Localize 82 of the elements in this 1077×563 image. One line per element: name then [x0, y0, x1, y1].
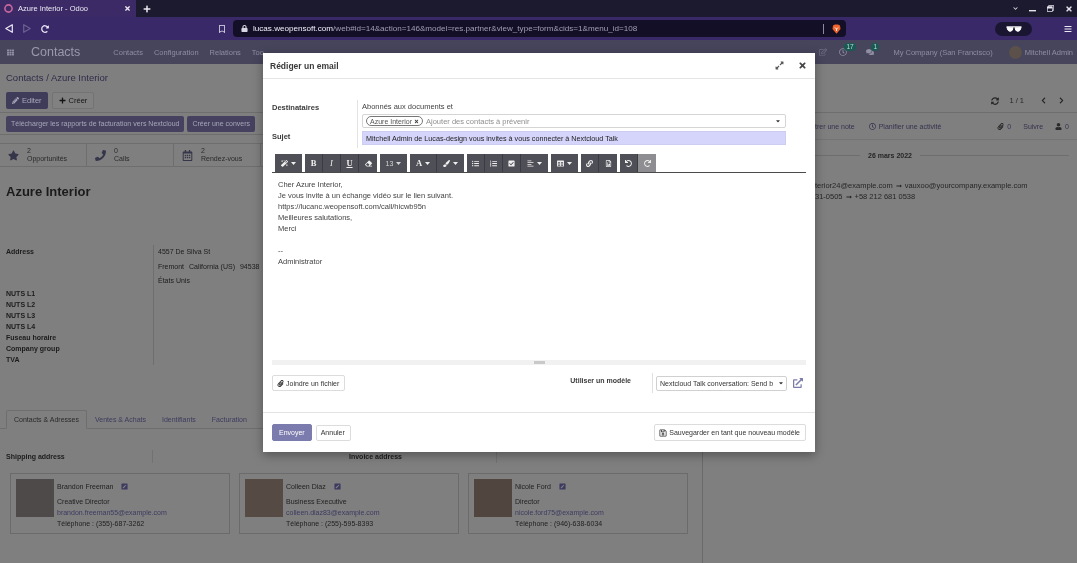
- star-icon: [8, 149, 19, 161]
- clock-icon: [868, 122, 876, 130]
- table-icon: [557, 159, 564, 167]
- paperclip-icon: [277, 379, 284, 387]
- close-icon[interactable]: [124, 5, 131, 12]
- chevron-right-icon[interactable]: [1058, 97, 1065, 104]
- paintbrush-icon: [443, 159, 450, 167]
- lock-icon: [241, 25, 248, 32]
- app-name[interactable]: Contacts: [31, 45, 81, 59]
- link-icon: [586, 159, 593, 167]
- partner-name: Azure Interior: [6, 184, 91, 200]
- table-button[interactable]: [551, 154, 578, 172]
- calendar-icon: [182, 149, 193, 161]
- ring-icon: [4, 4, 13, 13]
- edit-icon[interactable]: [558, 483, 566, 490]
- italic-button[interactable]: I: [323, 154, 341, 172]
- eraser-icon: [364, 159, 372, 167]
- app-grid-icon[interactable]: [7, 48, 14, 56]
- redo-icon: [643, 159, 651, 167]
- back-icon[interactable]: [5, 24, 13, 33]
- refresh-icon[interactable]: [991, 96, 1000, 105]
- chevron-down-icon[interactable]: [1013, 6, 1018, 11]
- edit-icon[interactable]: [333, 483, 341, 490]
- dialog-title: Rédiger un email: [270, 60, 339, 71]
- bullet-list-button[interactable]: [467, 154, 485, 172]
- breadcrumb[interactable]: Contacts / Azure Interior: [6, 71, 108, 84]
- photo-placeholder: [245, 479, 283, 517]
- url-text: lucas.weopensoft.com/web#id=14&action=146&model=res.partner&view_type=form&cids=1&menu_id=108: [253, 24, 639, 33]
- caret-icon: [453, 161, 458, 165]
- numbered-list-icon: [490, 159, 497, 167]
- undo-icon: [625, 159, 632, 167]
- close-icon[interactable]: [798, 61, 807, 70]
- highlight-button[interactable]: [437, 154, 464, 172]
- align-button[interactable]: [521, 154, 548, 172]
- external-link-icon[interactable]: [793, 378, 803, 388]
- save-icon: [659, 428, 668, 437]
- undo-button[interactable]: [620, 154, 638, 172]
- private-window-button[interactable]: [995, 21, 1032, 36]
- address-bar[interactable]: lucas.weopensoft.com/web#id=14&action=146&model=res.partner&view_type=form&cids=1&menu_id=108: [233, 20, 846, 37]
- align-left-icon: [527, 159, 534, 167]
- plus-icon[interactable]: [143, 4, 151, 13]
- shield-icon[interactable]: [832, 23, 841, 34]
- image-icon: [604, 159, 612, 167]
- magic-wand-icon: [281, 159, 288, 167]
- numbered-list-button[interactable]: [485, 154, 503, 172]
- restore-icon[interactable]: [1047, 5, 1054, 12]
- reload-icon[interactable]: [41, 24, 49, 33]
- bullet-list-icon: [472, 159, 479, 167]
- photo-placeholder: [16, 479, 54, 517]
- underline-button[interactable]: U: [341, 154, 359, 172]
- link-button[interactable]: [581, 154, 599, 172]
- paperclip-icon: [997, 122, 1005, 130]
- plus-icon: [58, 97, 66, 104]
- bold-button[interactable]: B: [305, 154, 323, 172]
- bookmark-icon[interactable]: [218, 24, 226, 33]
- checklist-button[interactable]: [503, 154, 521, 172]
- minimize-icon[interactable]: [1029, 9, 1036, 12]
- resize-handle[interactable]: [533, 361, 545, 364]
- image-button[interactable]: [599, 154, 617, 172]
- checkbox-icon: [508, 159, 515, 167]
- caret-icon: [567, 161, 572, 165]
- style-button[interactable]: [275, 154, 302, 172]
- chevron-left-icon[interactable]: [1040, 97, 1047, 104]
- caret-icon: [537, 161, 542, 165]
- font-color-button[interactable]: A: [410, 154, 437, 172]
- close-icon[interactable]: [1065, 4, 1073, 13]
- phone-icon: [95, 149, 106, 161]
- caret-icon: [396, 161, 402, 165]
- menu-icon[interactable]: [1064, 24, 1072, 33]
- caret-icon: [425, 161, 431, 165]
- expand-icon[interactable]: [775, 61, 784, 70]
- pencil-icon: [12, 97, 19, 104]
- photo-placeholder: [474, 479, 512, 517]
- user-icon: [1055, 122, 1063, 130]
- caret-icon: [291, 161, 296, 165]
- clear-format-button[interactable]: [359, 154, 377, 172]
- glasses-icon: [1005, 25, 1022, 32]
- caret-icon: [775, 118, 781, 124]
- chat-icon[interactable]: [866, 48, 875, 56]
- edit-icon[interactable]: [121, 483, 129, 490]
- caret-icon: [778, 380, 784, 386]
- remove-icon[interactable]: [414, 118, 420, 124]
